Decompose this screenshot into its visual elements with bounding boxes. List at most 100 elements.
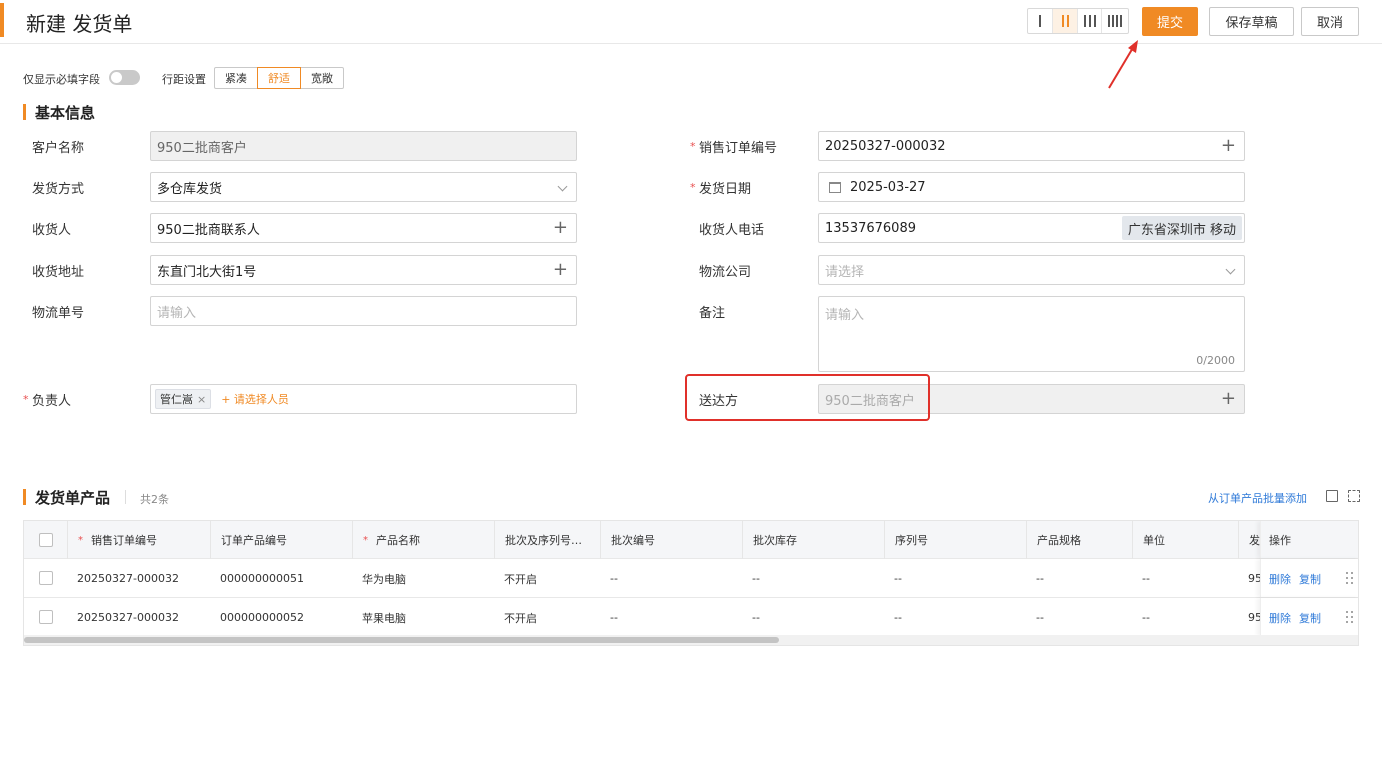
receiver-field[interactable]: 950二批商联系人 + (150, 213, 577, 243)
required-only-label: 仅显示必填字段 (23, 73, 100, 86)
column-settings-icon[interactable] (1326, 490, 1338, 502)
column-header[interactable]: * 销售订单编号 (67, 521, 210, 559)
column-header-label: 单位 (1143, 534, 1165, 547)
table-cell: 不开启 (504, 572, 537, 586)
annotation-highlight-box (685, 374, 930, 421)
column-header[interactable]: 序列号 (884, 521, 1026, 559)
owner-field[interactable]: 管仁嵩 × + 请选择人员 (150, 384, 577, 414)
remove-icon[interactable]: × (197, 393, 206, 406)
table-cell: -- (610, 572, 618, 585)
header-accent-bar (0, 3, 4, 37)
spacing-compact[interactable]: 紧凑 (214, 67, 258, 89)
remark-placeholder: 请输入 (825, 308, 865, 323)
required-mark: * (690, 140, 696, 153)
sales-order-no-value: 20250327-000032 (825, 138, 946, 154)
plus-icon[interactable]: + (553, 219, 568, 237)
logistics-company-select[interactable]: 请选择 (818, 255, 1245, 285)
customer-field: 950二批商客户 (150, 131, 577, 161)
batch-add-link[interactable]: 从订单产品批量添加 (1208, 490, 1307, 506)
column-header-label: 批次及序列号… (505, 534, 582, 547)
spacing-comfortable[interactable]: 舒适 (257, 67, 301, 89)
horizontal-scrollbar[interactable] (24, 635, 1358, 645)
table-cell: 苹果电脑 (362, 611, 406, 625)
table-cell: -- (894, 572, 902, 585)
products-table: * 销售订单编号 订单产品编号 * 产品名称 批次及序列号… 批次编号 批次库存 序… (23, 520, 1359, 646)
select-all-checkbox[interactable] (39, 533, 53, 547)
table-cell: 20250327-000032 (77, 611, 179, 624)
row-checkbox[interactable] (39, 610, 53, 624)
column-header[interactable]: 批次及序列号… (494, 521, 600, 559)
page-title: 新建 发货单 (26, 12, 133, 36)
row-spacing-label: 行距设置 (162, 73, 206, 86)
required-only-toggle[interactable] (109, 70, 140, 85)
delete-link[interactable]: 删除 (1269, 610, 1291, 626)
operations-cell: 删除 复制 (1261, 598, 1329, 637)
receiver-phone-input[interactable]: 13537676089 广东省深圳市 移动 (818, 213, 1245, 243)
save-draft-button[interactable]: 保存草稿 (1209, 7, 1294, 36)
spacing-loose[interactable]: 宽敞 (300, 67, 344, 89)
table-cell: -- (1142, 611, 1150, 624)
add-person-link[interactable]: + 请选择人员 (221, 391, 289, 407)
fullscreen-icon[interactable] (1348, 490, 1360, 502)
row-spacing-selector: 紧凑 舒适 宽敞 (214, 67, 344, 89)
plus-icon[interactable]: + (1221, 137, 1236, 155)
copy-link[interactable]: 复制 (1299, 571, 1321, 587)
layout-3-column[interactable] (1078, 9, 1102, 33)
phone-location-tag: 广东省深圳市 移动 (1121, 216, 1242, 240)
drag-handle-icon[interactable] (1346, 572, 1354, 584)
table-cell: -- (752, 572, 760, 585)
product-count: 共2条 (140, 493, 169, 506)
annotation-arrow (1108, 40, 1138, 89)
layout-1-column[interactable] (1028, 9, 1053, 33)
remark-textarea[interactable]: 请输入 0/2000 (818, 296, 1245, 372)
address-field[interactable]: 东直门北大街1号 + (150, 255, 577, 285)
column-header-label: 销售订单编号 (91, 534, 157, 547)
column-header-label: 序列号 (895, 534, 928, 547)
logistics-company-label: 物流公司 (699, 265, 752, 280)
layout-4-column[interactable] (1102, 9, 1128, 33)
logistics-company-placeholder: 请选择 (825, 264, 865, 280)
column-header[interactable]: 单位 (1132, 521, 1238, 559)
drag-handle-icon[interactable] (1346, 611, 1354, 623)
plus-icon[interactable]: + (1221, 390, 1236, 408)
submit-button[interactable]: 提交 (1142, 7, 1198, 36)
copy-link[interactable]: 复制 (1299, 610, 1321, 626)
chevron-down-icon (1225, 264, 1236, 275)
ship-method-select[interactable]: 多仓库发货 (150, 172, 577, 202)
cancel-button[interactable]: 取消 (1301, 7, 1359, 36)
receiver-phone-value: 13537676089 (825, 220, 916, 236)
column-header[interactable]: 批次编号 (600, 521, 742, 559)
address-label: 收货地址 (32, 265, 85, 280)
calendar-icon (829, 181, 841, 193)
table-cell: -- (894, 611, 902, 624)
column-header[interactable]: 订单产品编号 (210, 521, 352, 559)
customer-label: 客户名称 (32, 141, 85, 156)
column-header[interactable]: * 产品名称 (352, 521, 494, 559)
table-header: * 销售订单编号 订单产品编号 * 产品名称 批次及序列号… 批次编号 批次库存 序… (24, 521, 1358, 559)
column-header[interactable]: 批次库存 (742, 521, 884, 559)
table-cell: -- (752, 611, 760, 624)
row-checkbox[interactable] (39, 571, 53, 585)
table-cell: 20250327-000032 (77, 572, 179, 585)
receiver-phone-label: 收货人电话 (699, 223, 765, 238)
customer-value: 950二批商客户 (157, 140, 247, 156)
remark-char-counter: 0/2000 (1196, 354, 1235, 367)
scrollbar-thumb[interactable] (24, 637, 779, 643)
remark-label: 备注 (699, 306, 726, 321)
column-header-label: 产品名称 (376, 534, 420, 547)
table-cell: 不开启 (504, 611, 537, 625)
required-mark: * (23, 393, 29, 406)
delete-link[interactable]: 删除 (1269, 571, 1291, 587)
sales-order-no-field[interactable]: 20250327-000032 + (818, 131, 1245, 161)
section-basic-info: 基本信息 (23, 102, 95, 123)
layout-2-column[interactable] (1053, 9, 1078, 33)
required-mark: * (363, 534, 368, 546)
plus-icon[interactable]: + (553, 261, 568, 279)
page-header: 新建 发货单 提交 保存草稿 取消 (0, 0, 1382, 44)
title-divider (125, 490, 126, 504)
tracking-no-input[interactable]: 请输入 (150, 296, 577, 326)
column-header[interactable]: 产品规格 (1026, 521, 1132, 559)
table-cell: -- (610, 611, 618, 624)
ship-date-picker[interactable]: 2025-03-27 (818, 172, 1245, 202)
column-header: 操作 (1261, 521, 1291, 559)
